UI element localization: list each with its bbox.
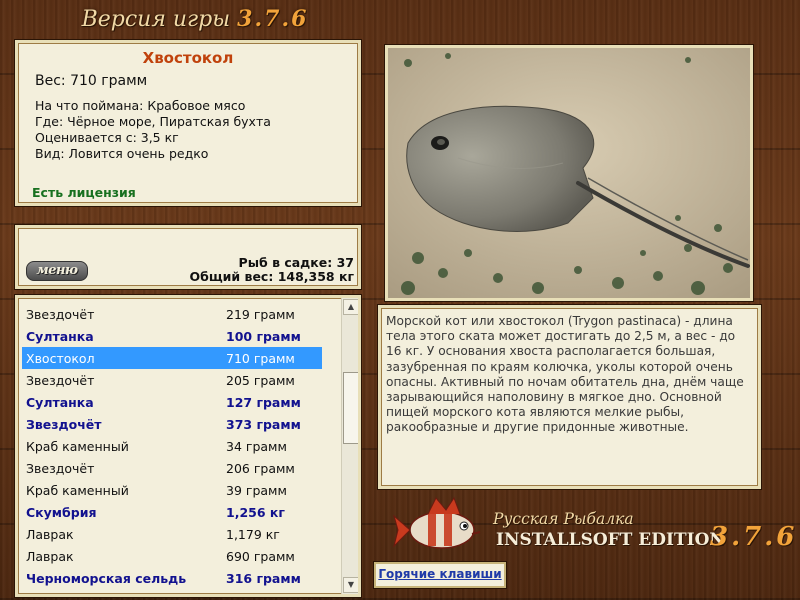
item-weight: 206 грамм: [226, 461, 295, 476]
item-weight: 316 грамм: [226, 571, 301, 586]
license-status: Есть лицензия: [32, 185, 136, 200]
menu-button[interactable]: меню: [26, 261, 88, 281]
item-name: Скумбрия: [26, 505, 97, 520]
menu-panel: меню Рыб в садке: 37 Общий вес: 148,358 …: [15, 225, 361, 289]
fish-description: Морской кот или хвостокол (Trygon pastin…: [386, 314, 744, 435]
scroll-thumb[interactable]: [343, 372, 358, 444]
fish-count: Рыб в садке: 37: [238, 255, 354, 270]
item-weight: 127 грамм: [226, 395, 301, 410]
item-name: Черноморская сельдь: [26, 571, 187, 586]
stingray-photo: [388, 48, 750, 298]
fish-photo: [385, 45, 753, 301]
item-weight: 100 грамм: [226, 329, 301, 344]
item-weight: 1,179 кг: [226, 527, 280, 542]
list-item[interactable]: Звездочёт 205 грамм: [22, 369, 322, 391]
item-name: Султанка: [26, 395, 94, 410]
catch-list[interactable]: Звездочёт 219 грамм Султанка 100 грамм Хво…: [15, 295, 361, 597]
item-name: Султанка: [26, 329, 94, 344]
catch-stats: Рыб в садке: 37 Общий вес: 148,358 кг: [190, 256, 355, 284]
item-weight: 710 грамм: [226, 351, 295, 366]
list-scrollbar[interactable]: ▲ ▼: [341, 298, 358, 594]
list-item[interactable]: Султанка 100 грамм: [22, 325, 322, 347]
item-weight: 219 грамм: [226, 307, 295, 322]
fish-description-panel: Морской кот или хвостокол (Trygon pastin…: [378, 305, 761, 489]
item-weight: 690 грамм: [226, 549, 295, 564]
list-item[interactable]: Звездочёт 219 грамм: [22, 303, 322, 325]
brand-version: 3.7.6: [710, 522, 798, 552]
caught-with: На что поймана: Крабовое мясо: [35, 98, 246, 113]
list-item[interactable]: Черноморская сельдь 316 грамм: [22, 567, 322, 589]
valued-from: Оценивается с: 3,5 кг: [35, 130, 179, 145]
list-item[interactable]: Краб каменный 39 грамм: [22, 479, 322, 501]
item-weight: 39 грамм: [226, 483, 287, 498]
scroll-up-icon[interactable]: ▲: [343, 299, 358, 315]
list-item[interactable]: Звездочёт 206 грамм: [22, 457, 322, 479]
item-name: Краб каменный: [26, 439, 129, 454]
item-name: Звездочёт: [26, 461, 95, 476]
list-item[interactable]: Скумбрия 1,256 кг: [22, 501, 322, 523]
item-name: Звездочёт: [26, 373, 95, 388]
brand-edition: INSTALLSOFT EDITION: [496, 530, 725, 550]
fish-logo-icon: [393, 496, 481, 549]
caught-where: Где: Чёрное море, Пиратская бухта: [35, 114, 271, 129]
item-name: Краб каменный: [26, 483, 129, 498]
game-version-title: Версия игры 3.7.6: [0, 6, 390, 32]
item-weight: 373 грамм: [226, 417, 301, 432]
rarity: Вид: Ловится очень редко: [35, 146, 209, 161]
item-name: Звездочёт: [26, 307, 95, 322]
item-name: Лаврак: [26, 527, 74, 542]
version-label: Версия игры: [81, 7, 231, 32]
fish-name: Хвостокол: [142, 49, 234, 67]
version-number: 3.7.6: [237, 6, 309, 32]
list-item[interactable]: Лаврак 1,179 кг: [22, 523, 322, 545]
item-weight: 1,256 кг: [226, 505, 285, 520]
list-item[interactable]: Краб каменный 34 грамм: [22, 435, 322, 457]
item-weight: 34 грамм: [226, 439, 287, 454]
brand-title: Русская Рыбалка: [493, 510, 634, 528]
list-item[interactable]: Лаврак 690 грамм: [22, 545, 322, 567]
item-name: Звездочёт: [26, 417, 102, 432]
fish-details: На что поймана: Крабовое мясо Где: Чёрно…: [35, 98, 271, 162]
list-item[interactable]: Звездочёт 373 грамм: [22, 413, 322, 435]
total-weight: Общий вес: 148,358 кг: [189, 269, 355, 284]
item-name: Лаврак: [26, 549, 74, 564]
item-name: Хвостокол: [26, 351, 95, 366]
list-item[interactable]: Султанка 127 грамм: [22, 391, 322, 413]
list-item[interactable]: Хвостокол 710 грамм: [22, 347, 322, 369]
fish-weight: Вес: 710 грамм: [35, 73, 148, 89]
scroll-down-icon[interactable]: ▼: [343, 577, 358, 593]
item-weight: 205 грамм: [226, 373, 295, 388]
fish-info-panel: Хвостокол Вес: 710 грамм На что поймана:…: [15, 40, 361, 206]
hotkeys-button[interactable]: Горячие клавиши: [374, 562, 506, 588]
